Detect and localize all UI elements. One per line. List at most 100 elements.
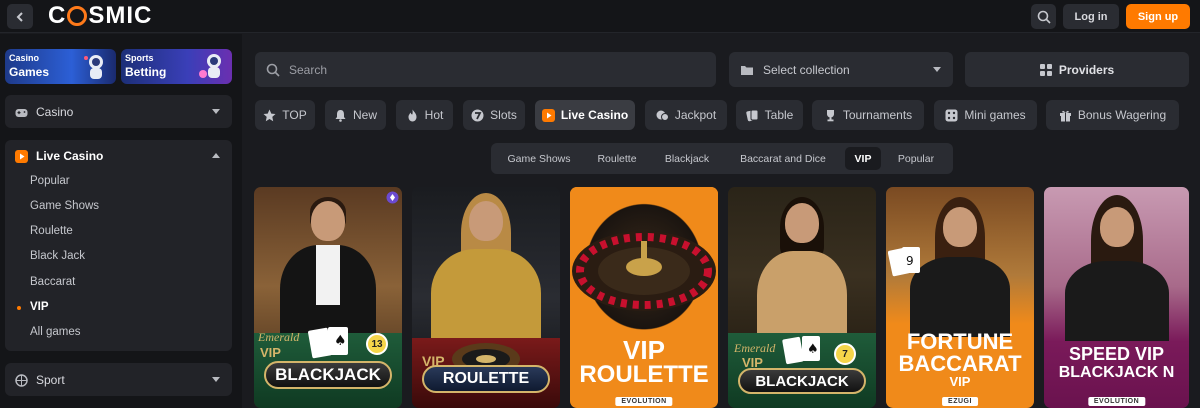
subtab-vip[interactable]: VIP (845, 147, 881, 170)
sidebar: Casino Games Sports Betting Casino Live … (0, 34, 242, 408)
game-card[interactable]: Emerald VIP ♠ 7 BLACKJACK (728, 187, 876, 408)
tab-live-casino[interactable]: Live Casino (535, 100, 635, 130)
login-button[interactable]: Log in (1063, 4, 1119, 29)
category-tabs: TOP New Hot Slots Live Casino Jackpot Ta… (255, 100, 1190, 130)
subtab-blackjack[interactable]: Blackjack (653, 147, 721, 170)
select-collection-dropdown[interactable]: Select collection (729, 52, 953, 87)
tab-table[interactable]: Table (736, 100, 803, 130)
script-label: Emerald (258, 330, 300, 344)
game-title: BLACKJACK (264, 361, 392, 389)
game-title-line2: BLACKJACK N (1058, 364, 1175, 381)
signup-button[interactable]: Sign up (1126, 4, 1190, 29)
dealer-head (311, 201, 345, 241)
providers-label: Providers (1058, 62, 1115, 77)
sport-section[interactable]: Sport (5, 363, 232, 396)
folder-icon (741, 65, 753, 75)
sports-betting-promo[interactable]: Sports Betting (121, 49, 232, 84)
tab-label: TOP (282, 108, 307, 122)
subtab-baccarat-and-dice[interactable]: Baccarat and Dice (725, 147, 841, 170)
back-button[interactable] (7, 4, 33, 29)
game-title-line2: ROULETTE (579, 361, 709, 388)
sidebar-item-black-jack[interactable]: Black Jack (30, 250, 85, 262)
tab-top[interactable]: TOP (255, 100, 315, 130)
chevron-down-icon (933, 67, 941, 72)
active-indicator-dot (17, 306, 21, 310)
gamepad-icon (15, 108, 28, 117)
star-icon (263, 109, 276, 121)
subtab-game-shows[interactable]: Game Shows (497, 147, 581, 170)
sidebar-item-baccarat[interactable]: Baccarat (30, 276, 75, 288)
playing-cards-icon: ♠ (308, 327, 348, 359)
game-card[interactable]: Emerald VIP ♠ 13 BLACKJACK (254, 187, 402, 408)
search-box[interactable] (255, 52, 716, 87)
astronaut-icon (84, 55, 103, 79)
tab-jackpot[interactable]: Jackpot (645, 100, 727, 130)
tab-new[interactable]: New (325, 100, 386, 130)
subtab-popular[interactable]: Popular (885, 147, 947, 170)
game-card[interactable]: VIP ROULETTE (412, 187, 560, 408)
tab-bonus-wagering[interactable]: Bonus Wagering (1046, 100, 1179, 130)
game-card[interactable]: 9 FORTUNE BACCARAT VIP EZUGI (886, 187, 1034, 408)
header-search-button[interactable] (1031, 4, 1056, 29)
game-title: BLACKJACK (738, 368, 866, 394)
game-title-line1: FORTUNE (906, 329, 1014, 354)
sport-label: Sport (36, 373, 65, 387)
dealer-head (785, 203, 819, 243)
trophy-icon (826, 109, 834, 121)
live-casino-section: Live Casino Popular Game Shows Roulette … (5, 140, 232, 351)
sidebar-item-roulette[interactable]: Roulette (30, 225, 73, 237)
dealer-shirt (316, 245, 340, 305)
promo-label-big: Games (9, 65, 50, 79)
live-casino-label: Live Casino (36, 149, 104, 163)
playing-cards-icon: ♠ (782, 336, 820, 365)
tab-label: Jackpot (674, 108, 717, 122)
cards-icon (745, 109, 759, 121)
coins-icon (656, 110, 669, 121)
dice-icon (945, 109, 958, 121)
casino-section[interactable]: Casino (5, 95, 232, 128)
tab-mini-games[interactable]: Mini games (934, 100, 1037, 130)
sidebar-item-game-shows[interactable]: Game Shows (30, 200, 99, 212)
provider-tag: EVOLUTION (1087, 397, 1146, 406)
svg-text:♠: ♠ (807, 342, 819, 357)
dealer-head (943, 207, 977, 247)
game-card[interactable]: SPEED VIP BLACKJACK N EVOLUTION (1044, 187, 1189, 408)
tab-label: Hot (424, 108, 444, 122)
sport-header: Sport (15, 373, 65, 387)
flame-icon (408, 109, 417, 121)
sidebar-item-all-games[interactable]: All games (30, 326, 81, 338)
sidebar-item-popular[interactable]: Popular (30, 175, 70, 187)
tab-label: Live Casino (560, 108, 629, 122)
game-grid: Emerald VIP ♠ 13 BLACKJACK VIP ROULETTE … (254, 187, 1189, 408)
game-title: ROULETTE (422, 365, 550, 393)
tab-label: New (352, 108, 377, 122)
tab-label: Table (764, 108, 794, 122)
sidebar-item-vip[interactable]: VIP (30, 301, 49, 313)
game-title-line2: BACCARAT (898, 351, 1022, 376)
tab-slots[interactable]: Slots (463, 100, 525, 130)
script-label: Emerald (734, 341, 776, 355)
providers-button[interactable]: Providers (965, 52, 1189, 87)
chip-number: 7 (834, 343, 856, 365)
tab-tournaments[interactable]: Tournaments (812, 100, 924, 130)
casino-games-promo[interactable]: Casino Games (5, 49, 116, 84)
play-icon (541, 108, 555, 122)
promo-label-big: Betting (125, 65, 167, 79)
seven-icon (471, 109, 484, 121)
search-input[interactable] (289, 62, 669, 77)
casino-label: Casino (36, 105, 74, 119)
provider-tag: EZUGI (942, 397, 978, 406)
game-card[interactable]: VIP ROULETTE EVOLUTION (570, 187, 718, 408)
game-title-line1: VIP (623, 335, 665, 365)
tab-hot[interactable]: Hot (396, 100, 453, 130)
game-title-line1: SPEED VIP (1068, 344, 1165, 364)
top-header: C SMIC Log in Sign up (0, 0, 1200, 33)
chevron-up-icon[interactable] (212, 153, 220, 158)
vip-diamond-icon (386, 191, 399, 204)
live-casino-header[interactable]: Live Casino (15, 149, 103, 163)
cosmic-logo[interactable]: C SMIC (48, 2, 152, 29)
play-icon (15, 149, 28, 163)
search-icon (266, 63, 280, 77)
dealer-body (910, 257, 1010, 337)
subtab-roulette[interactable]: Roulette (585, 147, 649, 170)
